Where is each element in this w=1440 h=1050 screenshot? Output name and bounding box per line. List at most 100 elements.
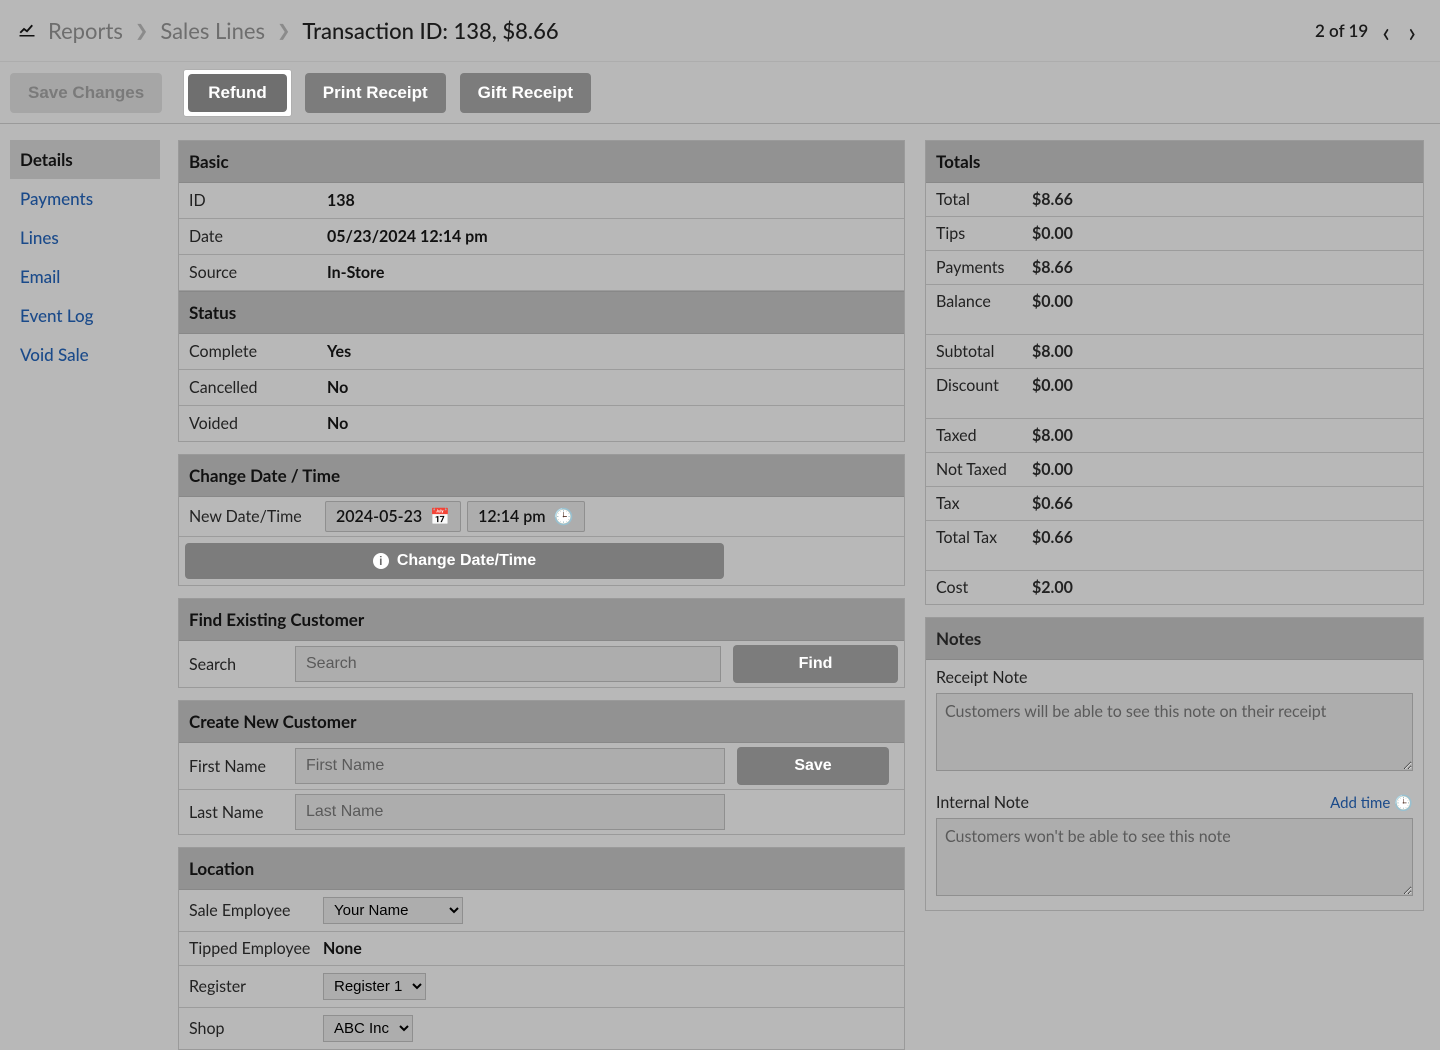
totals-value: $0.00 bbox=[1032, 292, 1073, 311]
pager-prev[interactable]: ‹ bbox=[1378, 14, 1394, 48]
totals-row: Subtotal$8.00 bbox=[926, 335, 1423, 369]
breadcrumb: Reports ❯ Sales Lines ❯ Transaction ID: … bbox=[18, 17, 559, 44]
totals-row: Not Taxed$0.00 bbox=[926, 453, 1423, 487]
sale-emp-select[interactable]: Your Name bbox=[323, 897, 463, 924]
row-cancelled: Cancelled No bbox=[179, 370, 904, 406]
row-voided: Voided No bbox=[179, 406, 904, 441]
date-label: Date bbox=[189, 227, 327, 246]
add-time-text: Add time bbox=[1330, 794, 1390, 812]
source-value: In-Store bbox=[327, 263, 384, 282]
clock-icon: 🕒 bbox=[1394, 794, 1413, 812]
sale-emp-row: Sale Employee Your Name bbox=[179, 890, 904, 932]
notes-panel: Notes Receipt Note Internal Note Add tim… bbox=[925, 617, 1424, 911]
totals-label: Payments bbox=[936, 258, 1032, 277]
find-button[interactable]: Find bbox=[733, 645, 898, 683]
firstname-label: First Name bbox=[189, 757, 289, 776]
cancelled-label: Cancelled bbox=[189, 378, 327, 397]
main: Details Payments Lines Email Event Log V… bbox=[0, 124, 1440, 1050]
refund-highlight: Refund bbox=[184, 70, 291, 116]
location-header: Location bbox=[179, 848, 904, 890]
create-customer-panel: Create New Customer First Name Save Last… bbox=[178, 700, 905, 835]
totals-row: Total$8.66 bbox=[926, 183, 1423, 217]
totals-row: Total Tax$0.66 bbox=[926, 521, 1423, 554]
right-column: Totals Total$8.66Tips$0.00Payments$8.66B… bbox=[925, 140, 1424, 1042]
lastname-input[interactable] bbox=[295, 794, 725, 830]
date-value: 05/23/2024 12:14 pm bbox=[327, 227, 488, 246]
save-customer-button[interactable]: Save bbox=[737, 747, 889, 785]
crumb-reports[interactable]: Reports bbox=[48, 17, 123, 44]
change-dt-button-label: Change Date/Time bbox=[397, 552, 536, 570]
voided-label: Voided bbox=[189, 414, 327, 433]
calendar-icon: 📅 bbox=[430, 507, 450, 526]
sidebar-item-email[interactable]: Email bbox=[10, 257, 160, 296]
lastname-label: Last Name bbox=[189, 803, 289, 822]
new-dt-label: New Date/Time bbox=[189, 507, 319, 526]
shop-select[interactable]: ABC Inc bbox=[323, 1015, 413, 1042]
receipt-note-textarea[interactable] bbox=[936, 693, 1413, 771]
chevron-right-icon: ❯ bbox=[277, 21, 290, 40]
source-label: Source bbox=[189, 263, 327, 282]
sidebar-item-payments[interactable]: Payments bbox=[10, 179, 160, 218]
firstname-input[interactable] bbox=[295, 748, 725, 784]
basic-panel: Basic ID 138 Date 05/23/2024 12:14 pm So… bbox=[178, 140, 905, 442]
sidebar-item-lines[interactable]: Lines bbox=[10, 218, 160, 257]
pager: 2 of 19 ‹ › bbox=[1315, 14, 1420, 48]
totals-value: $8.66 bbox=[1032, 190, 1073, 209]
search-input[interactable] bbox=[295, 646, 721, 682]
register-label: Register bbox=[189, 977, 323, 996]
location-panel: Location Sale Employee Your Name Tipped … bbox=[178, 847, 905, 1050]
sidebar-item-voidsale[interactable]: Void Sale bbox=[10, 335, 160, 374]
totals-value: $2.00 bbox=[1032, 578, 1073, 597]
content: Basic ID 138 Date 05/23/2024 12:14 pm So… bbox=[170, 124, 1440, 1050]
totals-row: Tips$0.00 bbox=[926, 217, 1423, 251]
row-source: Source In-Store bbox=[179, 255, 904, 291]
add-time-link[interactable]: Add time 🕒 bbox=[1330, 794, 1413, 812]
receipt-note-label-text: Receipt Note bbox=[936, 668, 1027, 687]
internal-note-row: Internal Note Add time 🕒 bbox=[926, 785, 1423, 818]
register-row: Register Register 1 bbox=[179, 966, 904, 1008]
totals-row: Cost$2.00 bbox=[926, 571, 1423, 604]
tipped-emp-row: Tipped Employee None bbox=[179, 932, 904, 966]
totals-label: Balance bbox=[936, 292, 1032, 311]
totals-value: $8.00 bbox=[1032, 342, 1073, 361]
find-cust-header: Find Existing Customer bbox=[179, 599, 904, 641]
crumb-current: Transaction ID: 138, $8.66 bbox=[302, 17, 558, 44]
status-header: Status bbox=[179, 291, 904, 334]
totals-value: $0.00 bbox=[1032, 460, 1073, 479]
complete-value: Yes bbox=[327, 342, 351, 361]
print-receipt-button[interactable]: Print Receipt bbox=[305, 73, 446, 113]
row-id: ID 138 bbox=[179, 183, 904, 219]
internal-note-textarea[interactable] bbox=[936, 818, 1413, 896]
crumb-sales-lines[interactable]: Sales Lines bbox=[160, 17, 265, 44]
chart-icon bbox=[18, 20, 36, 42]
internal-note-label: Internal Note bbox=[936, 793, 1029, 812]
sidebar-item-eventlog[interactable]: Event Log bbox=[10, 296, 160, 335]
row-date: Date 05/23/2024 12:14 pm bbox=[179, 219, 904, 255]
totals-label: Tips bbox=[936, 224, 1032, 243]
change-dt-button[interactable]: i Change Date/Time bbox=[185, 543, 724, 579]
find-customer-panel: Find Existing Customer Search Find bbox=[178, 598, 905, 688]
top-bar: Reports ❯ Sales Lines ❯ Transaction ID: … bbox=[0, 0, 1440, 62]
find-cust-row: Search Find bbox=[179, 641, 904, 687]
totals-label: Total bbox=[936, 190, 1032, 209]
change-dt-header: Change Date / Time bbox=[179, 455, 904, 497]
date-input[interactable]: 2024-05-23 📅 bbox=[325, 501, 461, 532]
totals-value: $8.00 bbox=[1032, 426, 1073, 445]
totals-row: Discount$0.00 bbox=[926, 369, 1423, 402]
refund-button[interactable]: Refund bbox=[188, 74, 287, 112]
gift-receipt-button[interactable]: Gift Receipt bbox=[460, 73, 591, 113]
complete-label: Complete bbox=[189, 342, 327, 361]
id-label: ID bbox=[189, 191, 327, 210]
totals-panel: Totals Total$8.66Tips$0.00Payments$8.66B… bbox=[925, 140, 1424, 605]
receipt-note-label: Receipt Note bbox=[926, 660, 1423, 693]
time-input[interactable]: 12:14 pm 🕒 bbox=[467, 501, 584, 532]
time-input-value: 12:14 pm bbox=[478, 507, 546, 526]
lastname-row: Last Name bbox=[179, 790, 904, 834]
info-icon: i bbox=[373, 553, 389, 569]
change-datetime-panel: Change Date / Time New Date/Time 2024-05… bbox=[178, 454, 905, 586]
register-select[interactable]: Register 1 bbox=[323, 973, 426, 1000]
pager-next[interactable]: › bbox=[1404, 14, 1420, 48]
totals-row: Taxed$8.00 bbox=[926, 419, 1423, 453]
save-changes-button: Save Changes bbox=[10, 73, 162, 113]
sidebar-item-details[interactable]: Details bbox=[10, 140, 160, 179]
